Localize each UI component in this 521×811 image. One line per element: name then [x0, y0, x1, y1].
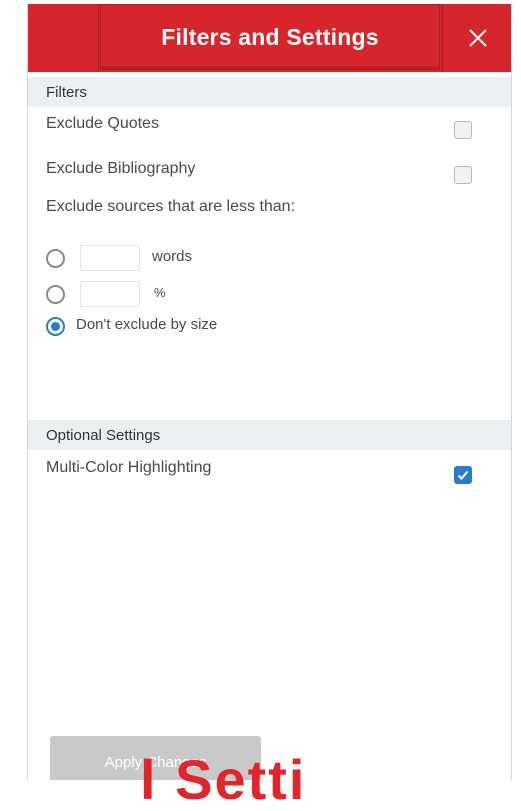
words-unit-label: words: [152, 248, 193, 265]
checkmark-icon: [457, 470, 469, 480]
exclude-quotes-label: Exclude Quotes: [46, 115, 159, 132]
titlebar-title-box: Filters and Settings: [100, 4, 440, 70]
optional-settings-header: Optional Settings: [28, 420, 511, 450]
exclude-small-sources-label: Exclude sources that are less than:: [46, 198, 296, 215]
panel-title: Filters and Settings: [161, 23, 379, 50]
exclude-by-words-radio[interactable]: [46, 249, 65, 268]
percent-unit-label: %: [154, 285, 166, 300]
exclude-bibliography-checkbox[interactable]: [454, 166, 472, 184]
panel-titlebar: Filters and Settings: [28, 4, 511, 72]
close-icon: [468, 29, 487, 47]
exclude-bibliography-label: Exclude Bibliography: [46, 160, 196, 177]
exclude-by-percent-radio[interactable]: [46, 285, 65, 304]
titlebar-left-segment: [28, 4, 99, 72]
multi-color-highlighting-checkbox[interactable]: [454, 466, 472, 484]
background-heading-fragment: l Setti: [140, 748, 307, 811]
exclude-quotes-checkbox[interactable]: [454, 121, 472, 139]
filters-settings-panel: Filters and Settings Filters Exclude Quo…: [27, 4, 512, 780]
dont-exclude-by-size-label: Don't exclude by size: [76, 316, 218, 333]
words-count-input[interactable]: [80, 245, 140, 271]
dont-exclude-by-size-radio[interactable]: [46, 317, 65, 336]
filters-section-header: Filters: [28, 77, 511, 107]
multi-color-highlighting-label: Multi-Color Highlighting: [46, 459, 212, 476]
close-button[interactable]: [442, 4, 511, 72]
percent-input[interactable]: [80, 281, 140, 307]
